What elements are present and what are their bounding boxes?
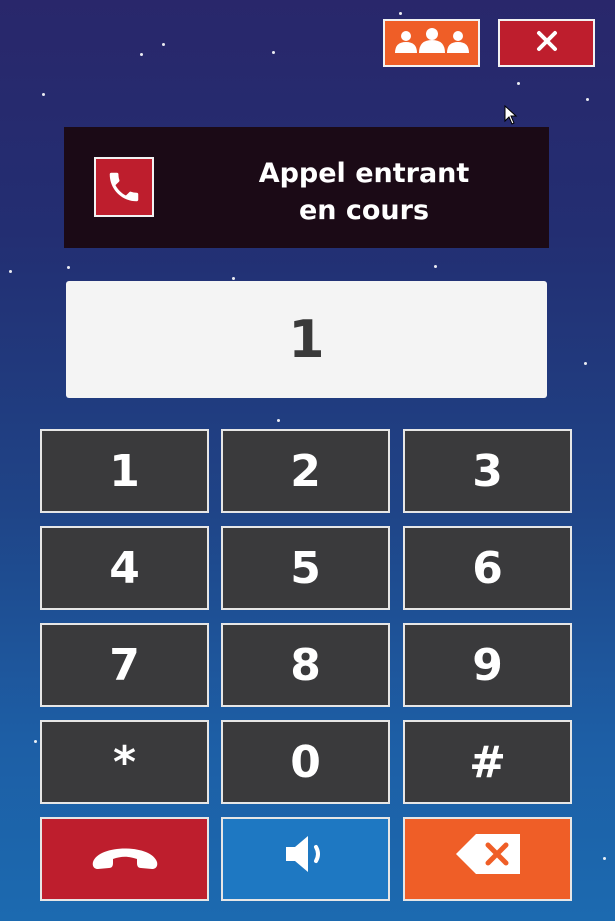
star <box>434 265 437 268</box>
close-icon <box>536 30 558 56</box>
hangup-icon <box>89 834 161 885</box>
backspace-button[interactable] <box>403 817 572 901</box>
mouse-cursor-icon <box>504 104 518 129</box>
key-6[interactable]: 6 <box>403 526 572 610</box>
key-5[interactable]: 5 <box>221 526 390 610</box>
dialed-number-display: 1 <box>66 281 547 398</box>
hangup-button[interactable] <box>40 817 209 901</box>
speaker-button[interactable] <box>221 817 390 901</box>
backspace-icon <box>454 832 522 887</box>
call-status-line2: en cours <box>298 195 430 226</box>
key-2[interactable]: 2 <box>221 429 390 513</box>
star <box>162 43 165 46</box>
star <box>232 277 235 280</box>
key-7[interactable]: 7 <box>40 623 209 707</box>
call-status-banner: Appel entrant en cours <box>64 127 549 248</box>
star <box>272 51 275 54</box>
close-button[interactable] <box>498 19 595 67</box>
star <box>517 82 520 85</box>
star <box>584 362 587 365</box>
key-4[interactable]: 4 <box>40 526 209 610</box>
star <box>42 93 45 96</box>
phone-icon <box>94 157 154 217</box>
group-icon <box>393 28 471 58</box>
speaker-icon <box>282 834 330 885</box>
key-3[interactable]: 3 <box>403 429 572 513</box>
star <box>399 12 402 15</box>
star <box>34 740 37 743</box>
star <box>9 270 12 273</box>
key-0[interactable]: 0 <box>221 720 390 804</box>
star <box>603 857 606 860</box>
key-9[interactable]: 9 <box>403 623 572 707</box>
star <box>140 53 143 56</box>
star <box>586 98 589 101</box>
call-status-line1: Appel entrant <box>258 158 470 189</box>
call-status-text: Appel entrant en cours <box>214 155 514 229</box>
key-hash[interactable]: # <box>403 720 572 804</box>
key-1[interactable]: 1 <box>40 429 209 513</box>
contacts-button[interactable] <box>383 19 480 67</box>
star <box>277 419 280 422</box>
key-8[interactable]: 8 <box>221 623 390 707</box>
star <box>67 266 70 269</box>
key-star[interactable]: * <box>40 720 209 804</box>
